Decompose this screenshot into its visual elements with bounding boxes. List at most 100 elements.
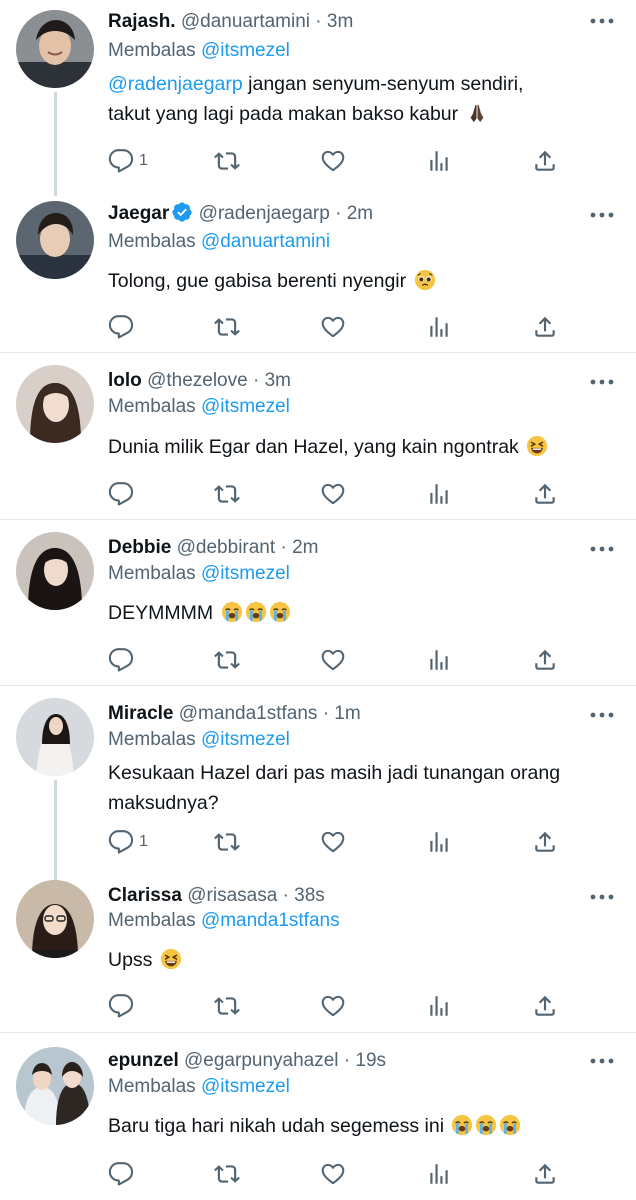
like-button[interactable] [320, 992, 346, 1020]
reply-button[interactable] [108, 992, 139, 1020]
views-button[interactable] [426, 646, 452, 674]
loudly-crying-face-emoji [269, 601, 291, 623]
timestamp[interactable]: 3m [327, 11, 353, 32]
username[interactable]: @manda1stfans [179, 703, 318, 724]
timestamp[interactable]: 38s [294, 885, 325, 906]
separator-dot: · [315, 11, 322, 32]
views-button[interactable] [426, 992, 452, 1020]
username[interactable]: @danuartamini [181, 11, 310, 32]
reply-button[interactable] [108, 313, 139, 341]
views-icon [426, 148, 452, 174]
tweet[interactable]: lolo @thezelove · 3m Membalas @itsmezel … [0, 353, 636, 519]
like-button[interactable] [320, 1160, 346, 1188]
like-button[interactable] [320, 480, 346, 508]
tweet[interactable]: Miracle @manda1stfans · 1m Membalas @its… [0, 686, 636, 868]
reply-count: 1 [139, 152, 148, 169]
retweet-button[interactable] [214, 828, 240, 856]
username[interactable]: @radenjaegarp [199, 203, 330, 224]
share-button[interactable] [532, 147, 558, 175]
reply-button[interactable] [108, 1160, 139, 1188]
more-icon[interactable] [590, 1056, 614, 1066]
tweet[interactable]: Rajash. @danuartamini · 3m Membalas @its… [0, 0, 636, 196]
username[interactable]: @risasasa [187, 885, 277, 906]
display-name[interactable]: Miracle [108, 703, 173, 724]
text-mention[interactable]: @radenjaegarp [108, 73, 243, 95]
reply-to-mention[interactable]: @danuartamini [201, 231, 330, 252]
reply-to-mention[interactable]: @itsmezel [201, 729, 290, 750]
retweet-icon [214, 148, 240, 174]
reply-to-mention[interactable]: @itsmezel [201, 396, 290, 417]
views-button[interactable] [426, 313, 452, 341]
reply-button[interactable]: 1 [108, 828, 148, 856]
like-button[interactable] [320, 147, 346, 175]
replying-to: Membalas @itsmezel [108, 394, 290, 420]
display-name[interactable]: Clarissa [108, 885, 182, 906]
timestamp[interactable]: 2m [347, 203, 373, 224]
share-button[interactable] [532, 1160, 558, 1188]
tweet[interactable]: Debbie @debbirant · 2m Membalas @itsmeze… [0, 520, 636, 686]
share-icon [532, 314, 558, 340]
like-icon [320, 314, 346, 340]
reply-icon [108, 647, 134, 673]
reply-button[interactable] [108, 646, 139, 674]
tweet[interactable]: Jaegar @radenjaegarp · 2m Membalas @danu… [0, 196, 636, 352]
username[interactable]: @debbirant [177, 537, 276, 558]
tweet[interactable]: epunzel @egarpunyahazel · 19s Membalas @… [0, 1033, 636, 1200]
reply-to-mention[interactable]: @itsmezel [201, 1076, 290, 1097]
share-button[interactable] [532, 828, 558, 856]
share-button[interactable] [532, 480, 558, 508]
retweet-icon [214, 1161, 240, 1187]
avatar[interactable] [16, 10, 94, 88]
display-name[interactable]: Rajash. [108, 11, 176, 32]
avatar[interactable] [16, 532, 94, 610]
avatar[interactable] [16, 365, 94, 443]
share-button[interactable] [532, 313, 558, 341]
avatar[interactable] [16, 880, 94, 958]
avatar[interactable] [16, 1047, 94, 1125]
avatar[interactable] [16, 698, 94, 776]
views-button[interactable] [426, 480, 452, 508]
tweet[interactable]: Clarissa @risasasa · 38s Membalas @manda… [0, 868, 636, 1032]
retweet-button[interactable] [214, 646, 240, 674]
share-button[interactable] [532, 992, 558, 1020]
like-button[interactable] [320, 646, 346, 674]
retweet-button[interactable] [214, 147, 240, 175]
more-icon[interactable] [590, 16, 614, 26]
timestamp[interactable]: 2m [292, 537, 318, 558]
like-icon [320, 993, 346, 1019]
reply-to-mention[interactable]: @itsmezel [201, 40, 290, 61]
timestamp[interactable]: 3m [265, 370, 291, 391]
retweet-button[interactable] [214, 313, 240, 341]
display-name[interactable]: Jaegar [108, 203, 169, 224]
reply-to-mention[interactable]: @manda1stfans [201, 910, 340, 931]
retweet-button[interactable] [214, 992, 240, 1020]
reply-button[interactable]: 1 [108, 147, 148, 175]
share-button[interactable] [532, 646, 558, 674]
display-name[interactable]: lolo [108, 370, 142, 391]
more-icon[interactable] [590, 210, 614, 220]
more-icon[interactable] [590, 892, 614, 902]
reply-button[interactable] [108, 480, 139, 508]
views-button[interactable] [426, 1160, 452, 1188]
reply-to-mention[interactable]: @itsmezel [201, 563, 290, 584]
timestamp[interactable]: 1m [334, 703, 360, 724]
username[interactable]: @thezelove [147, 370, 248, 391]
username[interactable]: @egarpunyahazel [184, 1050, 339, 1071]
like-button[interactable] [320, 828, 346, 856]
action-bar [108, 992, 558, 1020]
views-button[interactable] [426, 828, 452, 856]
replying-label: Membalas [108, 1076, 196, 1097]
more-icon[interactable] [590, 544, 614, 554]
display-name[interactable]: Debbie [108, 537, 171, 558]
more-icon[interactable] [590, 710, 614, 720]
display-name[interactable]: epunzel [108, 1050, 179, 1071]
retweet-button[interactable] [214, 480, 240, 508]
views-button[interactable] [426, 147, 452, 175]
like-icon [320, 481, 346, 507]
retweet-button[interactable] [214, 1160, 240, 1188]
timestamp[interactable]: 19s [355, 1050, 386, 1071]
more-icon[interactable] [590, 377, 614, 387]
like-button[interactable] [320, 313, 346, 341]
avatar[interactable] [16, 201, 94, 279]
retweet-icon [214, 829, 240, 855]
